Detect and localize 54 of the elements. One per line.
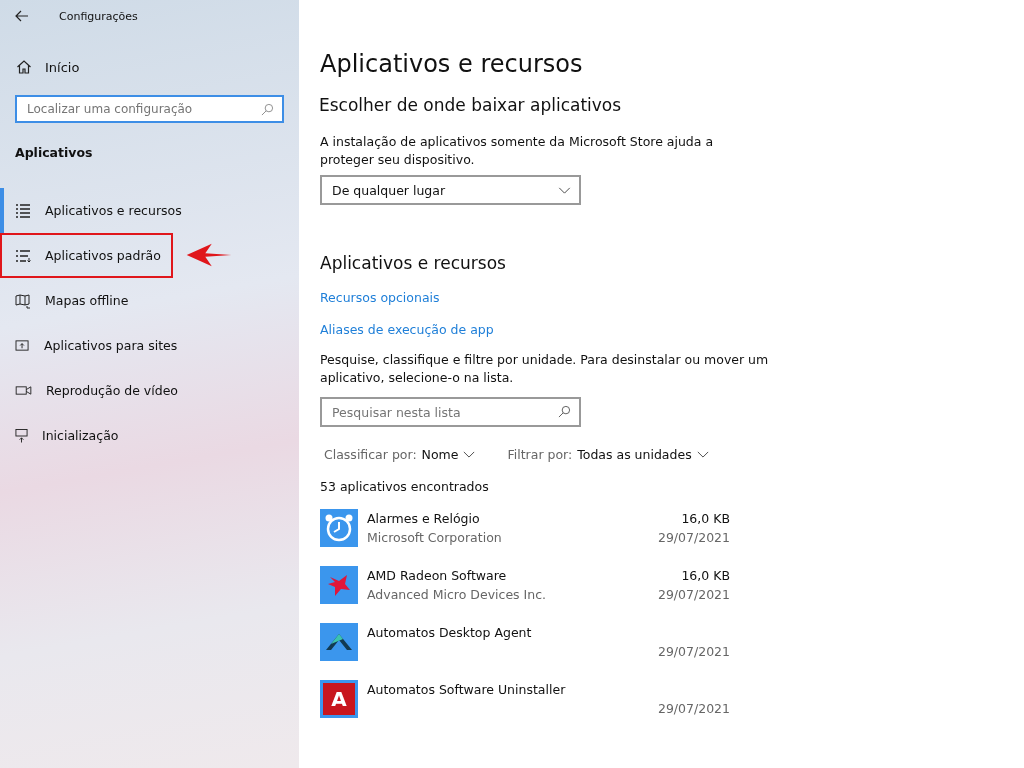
app-list-item[interactable]: Automatos Desktop Agent 29/07/2021 [320, 623, 730, 680]
nav-item[interactable]: Inicialização [0, 413, 131, 458]
video-camera-icon [15, 385, 32, 396]
list-icon [15, 202, 31, 219]
search-icon [558, 405, 571, 418]
window-title: Configurações [59, 9, 138, 23]
description-text: A instalação de aplicativos somente da Microsoft Store ajuda a proteger seu dispositivo. [320, 133, 715, 169]
section-heading: Aplicativos e recursos [320, 253, 507, 273]
app-date: 29/07/2021 [657, 529, 730, 547]
chevron-down-icon [558, 186, 571, 194]
nav-item[interactable]: Reprodução de vídeo [0, 368, 190, 413]
app-size: 16,0 KB [681, 567, 730, 585]
star-shape-icon [320, 566, 358, 604]
nav-item[interactable]: Mapas offline [0, 278, 141, 323]
app-logo-icon: A [320, 680, 358, 718]
home-icon [16, 59, 32, 75]
link[interactable]: Aliases de execução de app [320, 322, 494, 337]
section-heading: Aplicativos [15, 145, 93, 160]
app-list-item[interactable]: Alarmes e Relógio 16,0 KB Microsoft Corporation 29/07/2021 [320, 509, 730, 566]
nav-item[interactable]: Aplicativos para sites [0, 323, 190, 368]
app-date: 29/07/2021 [657, 700, 730, 718]
nav-item[interactable]: Aplicativos padrão [0, 233, 173, 278]
sort-dropdown[interactable]: Classificar por: Nome [324, 447, 476, 462]
search-icon [261, 103, 274, 116]
home-nav-item[interactable]: Início [16, 52, 80, 82]
search-field[interactable]: Pesquisar nesta lista [320, 397, 581, 427]
app-name: Automatos Desktop Agent [367, 624, 532, 642]
app-name: AMD Radeon Software [367, 567, 507, 585]
map-icon [15, 292, 31, 309]
alarm-clock-icon [320, 509, 358, 547]
monitor-arrow-icon [15, 427, 28, 444]
search-field[interactable]: Localizar uma configuração [15, 95, 284, 123]
chevron-down-icon [463, 451, 476, 458]
back-arrow-icon[interactable] [15, 10, 29, 22]
filter-dropdown[interactable]: Filtrar por: Todas as unidades [507, 447, 709, 462]
link[interactable]: Recursos opcionais [320, 290, 440, 305]
app-publisher: Advanced Micro Devices Inc. [367, 586, 547, 604]
checklist-icon [15, 248, 31, 263]
app-list-item[interactable]: A Automatos Software Uninstaller 29/07/2021 [320, 680, 730, 737]
app-date: 29/07/2021 [657, 586, 730, 604]
peak-logo-icon [320, 623, 358, 661]
app-count: 53 aplicativos encontrados [320, 479, 489, 494]
app-name: Automatos Software Uninstaller [367, 681, 566, 699]
source-dropdown[interactable]: De qualquer lugar [320, 175, 581, 205]
app-publisher: Microsoft Corporation [367, 529, 502, 547]
app-list-item[interactable]: AMD Radeon Software 16,0 KB Advanced Micro Devices Inc. 29/07/2021 [320, 566, 730, 623]
app-size: 16,0 KB [681, 510, 730, 528]
page-title: Aplicativos e recursos [320, 50, 584, 78]
chevron-down-icon [696, 451, 709, 458]
app-date: 29/07/2021 [657, 643, 730, 661]
app-name: Alarmes e Relógio [367, 510, 480, 528]
description-text: Pesquise, classifique e filtre por unidade. Para desinstalar ou mover um aplicativo, selecione-o na lista. [320, 351, 770, 387]
nav-item[interactable]: Aplicativos e recursos [0, 188, 194, 233]
section-heading: Escolher de onde baixar aplicativos [319, 95, 623, 115]
